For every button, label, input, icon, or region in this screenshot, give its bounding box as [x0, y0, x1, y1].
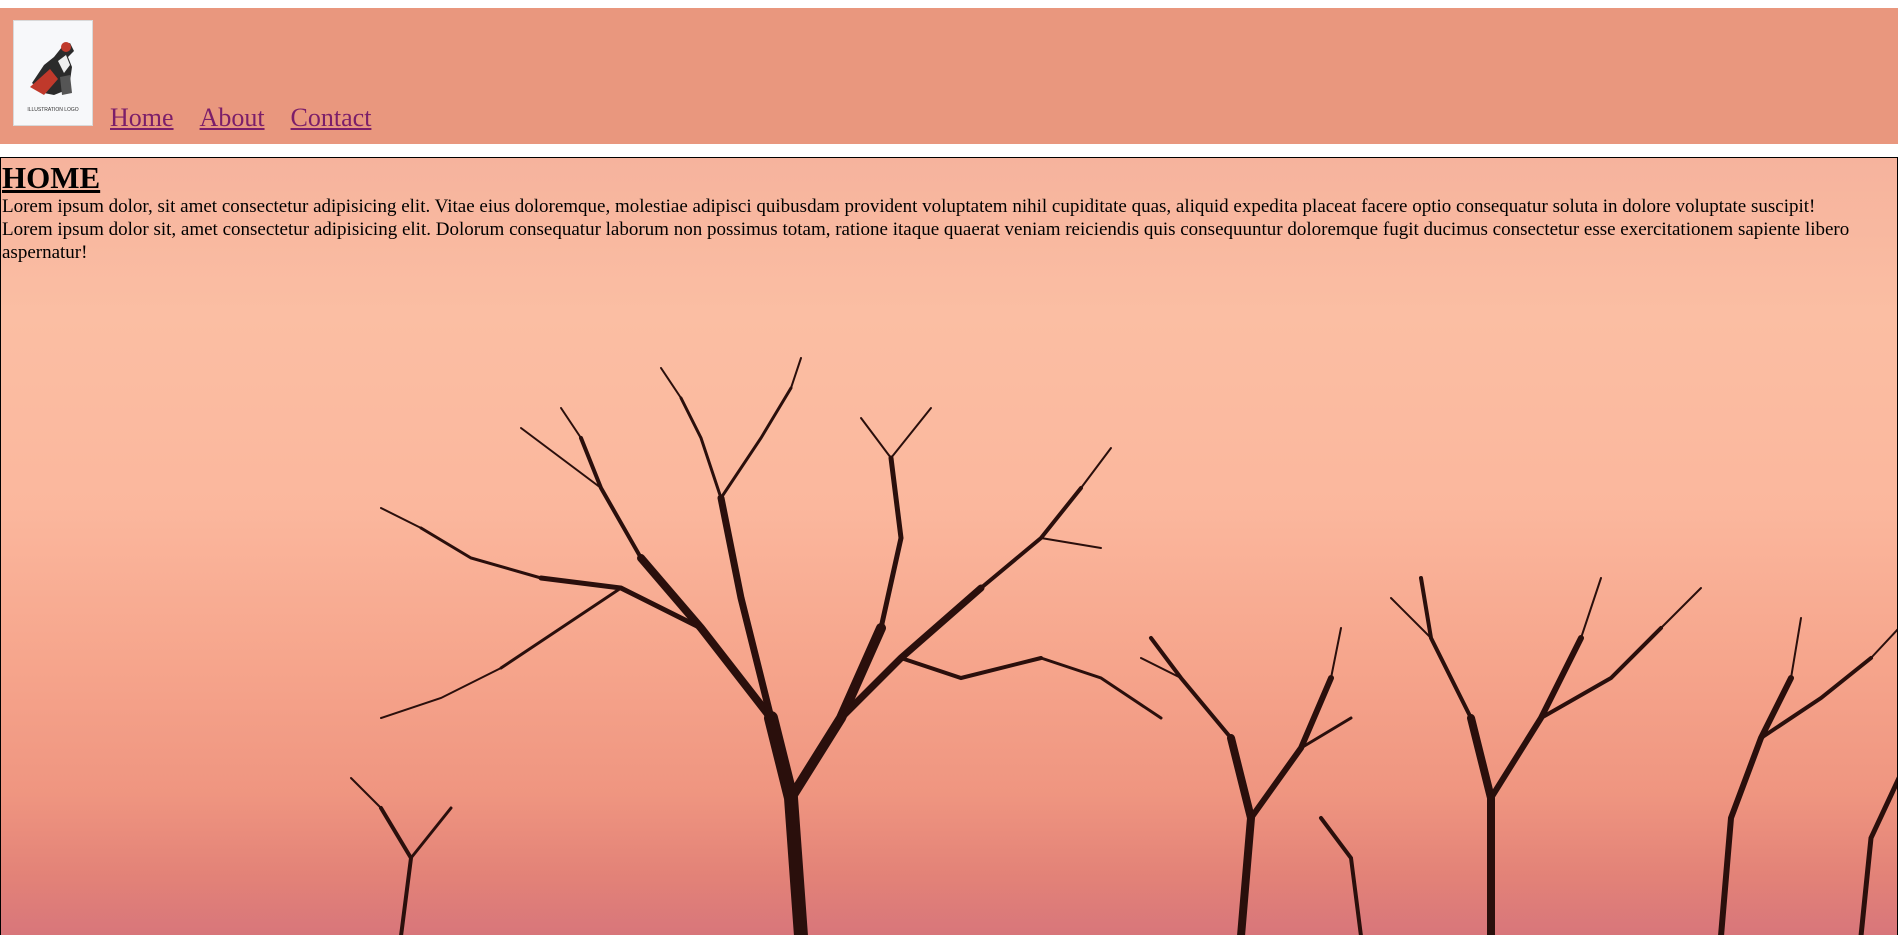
site-header: ILLUSTRATION LOGO Home About Contact [0, 8, 1898, 144]
nav-link-about[interactable]: About [200, 103, 265, 132]
nav-link-home[interactable]: Home [110, 103, 174, 132]
main-nav: Home About Contact [110, 103, 397, 133]
site-logo[interactable]: ILLUSTRATION LOGO [13, 20, 93, 126]
illustration-logo-icon: ILLUSTRATION LOGO [14, 21, 92, 125]
home-section: HOME Lorem ipsum dolor, sit amet consect… [0, 157, 1898, 935]
page-title: HOME [2, 160, 101, 195]
logo-caption: ILLUSTRATION LOGO [27, 107, 78, 113]
sunset-trees-background-image [350, 357, 1897, 935]
intro-paragraph-1: Lorem ipsum dolor, sit amet consectetur … [2, 196, 1816, 217]
home-content: HOME Lorem ipsum dolor, sit amet consect… [1, 158, 1897, 264]
nav-link-contact[interactable]: Contact [291, 103, 372, 132]
intro-paragraph-2: Lorem ipsum dolor sit, amet consectetur … [2, 219, 1850, 263]
